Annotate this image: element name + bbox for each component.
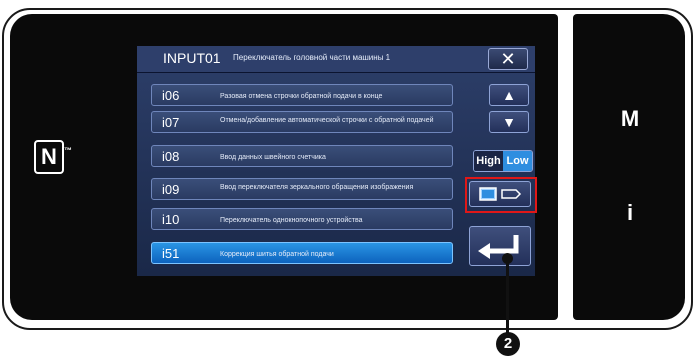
item-code: i06 (162, 88, 180, 103)
scroll-up-button[interactable]: ▲ (489, 84, 529, 106)
item-code: i08 (162, 149, 180, 164)
m-button[interactable]: M (600, 104, 660, 134)
scroll-down-button[interactable]: ▼ (489, 111, 529, 133)
low-label: Low (503, 151, 532, 171)
list-item[interactable]: i09 Ввод переключателя зеркального обращ… (151, 178, 453, 200)
list-item[interactable]: i10 Переключатель однокнопочного устройс… (151, 208, 453, 230)
nfc-icon: N ™ (34, 140, 72, 174)
list-item[interactable]: i08 Ввод данных швейного счетчика (151, 145, 453, 167)
close-button[interactable]: ✕ (488, 48, 528, 70)
title-bar: INPUT01 Переключатель головной части маш… (137, 46, 535, 73)
callout-number: 2 (496, 332, 520, 356)
screen: INPUT01 Переключатель головной части маш… (137, 46, 535, 276)
item-desc: Переключатель однокнопочного устройства (220, 217, 363, 224)
title-code: INPUT01 (163, 50, 221, 66)
nfc-trademark: ™ (64, 146, 72, 155)
right-panel (573, 14, 685, 320)
enter-button[interactable] (469, 226, 531, 266)
item-desc: Отмена/добавление автоматической строчки… (220, 117, 434, 124)
title-text: Переключатель головной части машины 1 (233, 53, 391, 62)
item-desc: Ввод переключателя зеркального обращения… (220, 184, 414, 191)
item-desc: Коррекция шитья обратной подачи (220, 251, 334, 258)
list-item-selected[interactable]: i51 Коррекция шитья обратной подачи (151, 242, 453, 264)
info-button[interactable]: i (600, 198, 660, 228)
item-desc: Ввод данных швейного счетчика (220, 154, 326, 161)
item-code: i09 (162, 182, 180, 197)
callout-line (506, 258, 509, 334)
item-code: i07 (162, 115, 180, 130)
item-code: i51 (162, 246, 180, 261)
list-item[interactable]: i07 Отмена/добавление автоматической стр… (151, 111, 453, 133)
high-label: High (474, 151, 503, 171)
enter-icon (478, 235, 519, 259)
highlight-box (465, 177, 537, 213)
item-code: i10 (162, 212, 180, 227)
high-low-toggle[interactable]: High Low (473, 150, 533, 172)
list-item[interactable]: i06 Разовая отмена строчки обратной пода… (151, 84, 453, 106)
item-desc: Разовая отмена строчки обратной подачи в… (220, 93, 383, 100)
